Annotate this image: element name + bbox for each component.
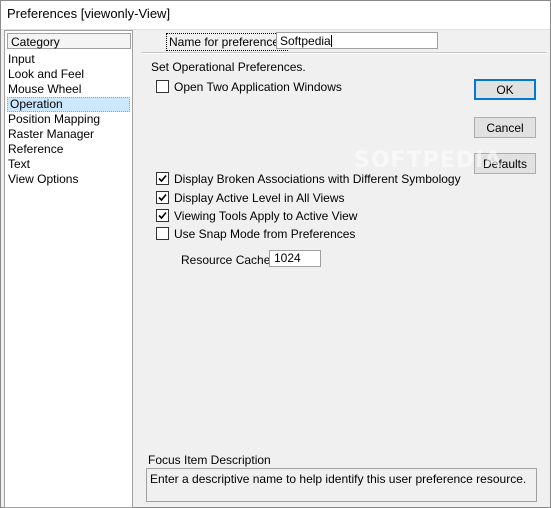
category-item-position-mapping[interactable]: Position Mapping <box>6 112 131 127</box>
snap-mode-checkbox[interactable]: Use Snap Mode from Preferences <box>156 226 355 242</box>
name-value: Softpedia <box>280 34 331 48</box>
snap-mode-label: Use Snap Mode from Preferences <box>174 227 356 241</box>
checkbox-box[interactable] <box>156 227 169 240</box>
focus-description-heading: Focus Item Description <box>148 453 271 467</box>
cancel-button[interactable]: Cancel <box>474 117 536 138</box>
name-for-preferences-label: Name for preferences <box>166 33 289 51</box>
category-item-reference[interactable]: Reference <box>6 142 131 157</box>
category-item-view-options[interactable]: View Options <box>6 172 131 187</box>
check-icon <box>158 211 167 220</box>
category-item-text[interactable]: Text <box>6 157 131 172</box>
category-item-input[interactable]: Input <box>6 52 131 67</box>
ok-button[interactable]: OK <box>474 79 536 100</box>
resource-cache-label: Resource Cache: <box>181 253 274 267</box>
checkbox-box[interactable] <box>156 172 169 185</box>
checkbox-box[interactable] <box>156 209 169 222</box>
window-title: Preferences [viewonly-View] <box>7 6 171 21</box>
checkbox-box[interactable] <box>156 80 169 93</box>
category-item-mouse-wheel[interactable]: Mouse Wheel <box>6 82 131 97</box>
preferences-window: Preferences [viewonly-View] Category Inp… <box>0 0 551 508</box>
title-bar[interactable]: Preferences [viewonly-View] <box>1 1 550 30</box>
category-item-look-and-feel[interactable]: Look and Feel <box>6 67 131 82</box>
name-for-preferences-input[interactable]: Softpedia <box>276 32 438 49</box>
viewing-tools-checkbox[interactable]: Viewing Tools Apply to Active View <box>156 208 357 224</box>
display-active-level-checkbox[interactable]: Display Active Level in All Views <box>156 190 345 206</box>
category-item-raster-manager[interactable]: Raster Manager <box>6 127 131 142</box>
display-broken-associations-checkbox[interactable]: Display Broken Associations with Differe… <box>156 171 461 187</box>
check-icon <box>158 174 167 183</box>
resource-cache-input[interactable]: 1024 <box>269 250 321 267</box>
display-active-level-label: Display Active Level in All Views <box>174 191 345 205</box>
section-heading: Set Operational Preferences. <box>151 60 306 74</box>
viewing-tools-label: Viewing Tools Apply to Active View <box>174 209 358 223</box>
softpedia-watermark: SOFTPEDIA <box>354 148 503 173</box>
open-two-windows-label: Open Two Application Windows <box>174 80 342 94</box>
focus-description-box: Enter a descriptive name to help identif… <box>146 468 537 502</box>
focus-description-text: Enter a descriptive name to help identif… <box>150 472 527 486</box>
checkbox-box[interactable] <box>156 191 169 204</box>
category-list[interactable]: Category Input Look and Feel Mouse Wheel Op… <box>4 30 133 508</box>
separator <box>141 52 547 54</box>
check-icon <box>158 193 167 202</box>
text-caret <box>330 35 332 47</box>
display-broken-associations-label: Display Broken Associations with Differe… <box>174 172 461 186</box>
category-header[interactable]: Category <box>7 33 131 49</box>
open-two-windows-checkbox[interactable]: Open Two Application Windows <box>156 79 342 95</box>
category-item-operation[interactable]: Operation <box>7 97 130 112</box>
category-items: Input Look and Feel Mouse Wheel Operation Po… <box>6 52 131 187</box>
